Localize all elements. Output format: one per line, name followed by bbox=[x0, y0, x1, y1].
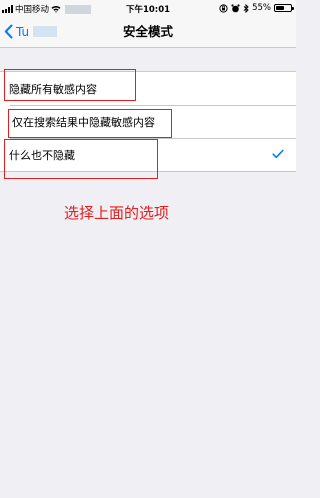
annotation-box-option-1 bbox=[4, 69, 136, 101]
rotation-lock-icon bbox=[219, 3, 228, 13]
battery-percent: 55% bbox=[252, 3, 271, 13]
annotation-text: 选择上面的选项 bbox=[64, 204, 170, 222]
checkmark-icon bbox=[272, 149, 284, 159]
alarm-icon bbox=[231, 3, 240, 12]
battery-level bbox=[276, 6, 284, 10]
annotation-box-option-3 bbox=[4, 139, 158, 179]
navigation-bar: Tu 安全模式 bbox=[0, 16, 296, 48]
annotation-box-option-2 bbox=[8, 109, 172, 138]
battery-icon bbox=[274, 4, 294, 12]
bluetooth-icon bbox=[243, 3, 249, 13]
page-title: 安全模式 bbox=[122, 24, 173, 39]
status-bar: 中国移动 下午10:01 55% bbox=[0, 0, 296, 16]
status-right: 55% bbox=[219, 3, 294, 13]
